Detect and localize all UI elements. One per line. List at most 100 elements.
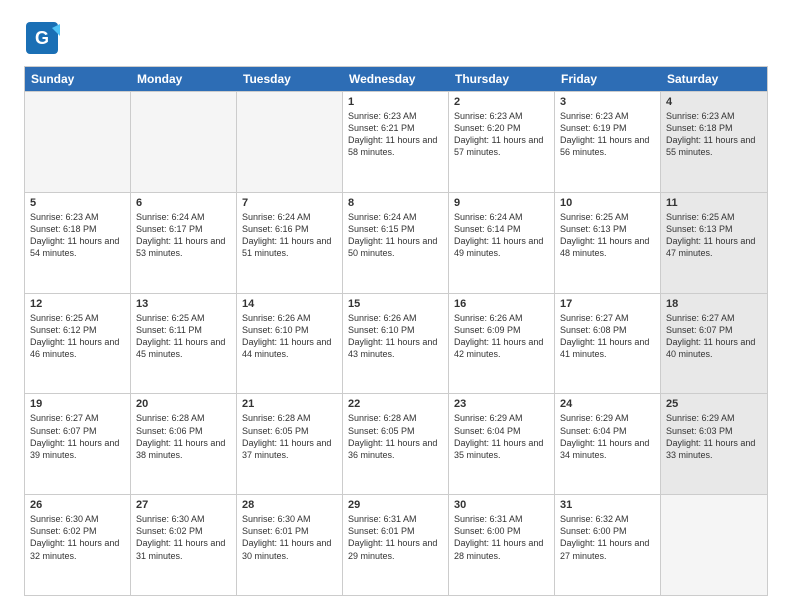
calendar-cell-31: 31 Sunrise: 6:32 AMSunset: 6:00 PMDayligh… [555,495,661,595]
calendar-cell-9: 9 Sunrise: 6:24 AMSunset: 6:14 PMDaylight… [449,193,555,293]
day-number: 16 [454,298,549,310]
calendar-header: SundayMondayTuesdayWednesdayThursdayFrid… [25,67,767,91]
day-number: 4 [666,96,762,108]
calendar-cell-1: 1Sunrise: 6:23 AMSunset: 6:21 PMDaylight… [343,92,449,192]
calendar-row-3: 19 Sunrise: 6:27 AMSunset: 6:07 PMDayligh… [25,393,767,494]
day-number: 10 [560,197,655,209]
cell-info: Sunrise: 6:28 AMSunset: 6:06 PMDaylight:… [136,412,231,461]
cell-info: Sunrise: 6:23 AMSunset: 6:18 PMDaylight:… [30,211,125,260]
cell-info: Sunrise: 6:24 AMSunset: 6:17 PMDaylight:… [136,211,231,260]
logo-icon: G [24,20,60,56]
cell-info: Sunrise: 6:24 AMSunset: 6:15 PMDaylight:… [348,211,443,260]
cell-info: Sunrise: 6:30 AMSunset: 6:02 PMDaylight:… [136,513,231,562]
calendar-cell-19: 19 Sunrise: 6:27 AMSunset: 6:07 PMDayligh… [25,394,131,494]
calendar-cell-15: 15Sunrise: 6:26 AMSunset: 6:10 PMDayligh… [343,294,449,394]
weekday-header-sunday: Sunday [25,67,131,91]
day-number: 19 [30,398,125,410]
cell-info: Sunrise: 6:30 AMSunset: 6:01 PMDaylight:… [242,513,337,562]
day-number: 24 [560,398,655,410]
cell-info: Sunrise: 6:26 AMSunset: 6:10 PMDaylight:… [242,312,337,361]
weekday-header-monday: Monday [131,67,237,91]
cell-info: Sunrise: 6:26 AMSunset: 6:09 PMDaylight:… [454,312,549,361]
calendar-cell-28: 28 Sunrise: 6:30 AMSunset: 6:01 PMDayligh… [237,495,343,595]
cell-info: Sunrise: 6:32 AMSunset: 6:00 PMDaylight:… [560,513,655,562]
calendar-cell-empty-0 [25,92,131,192]
day-number: 26 [30,499,125,511]
day-number: 27 [136,499,231,511]
calendar-cell-14: 14 Sunrise: 6:26 AMSunset: 6:10 PMDayligh… [237,294,343,394]
day-number: 3 [560,96,655,108]
cell-info: Sunrise: 6:23 AMSunset: 6:19 PMDaylight:… [560,110,655,159]
day-number: 14 [242,298,337,310]
calendar-cell-18: 18 Sunrise: 6:27 AMSunset: 6:07 PMDayligh… [661,294,767,394]
cell-info: Sunrise: 6:25 AMSunset: 6:11 PMDaylight:… [136,312,231,361]
day-number: 30 [454,499,549,511]
calendar-cell-4: 4 Sunrise: 6:23 AMSunset: 6:18 PMDaylight… [661,92,767,192]
calendar-cell-empty-1 [131,92,237,192]
cell-info: Sunrise: 6:25 AMSunset: 6:13 PMDaylight:… [560,211,655,260]
calendar-cell-17: 17Sunrise: 6:27 AMSunset: 6:08 PMDayligh… [555,294,661,394]
day-number: 21 [242,398,337,410]
calendar-cell-10: 10 Sunrise: 6:25 AMSunset: 6:13 PMDayligh… [555,193,661,293]
calendar-cell-2: 2Sunrise: 6:23 AMSunset: 6:20 PMDaylight… [449,92,555,192]
cell-info: Sunrise: 6:24 AMSunset: 6:14 PMDaylight:… [454,211,549,260]
calendar-cell-5: 5 Sunrise: 6:23 AMSunset: 6:18 PMDaylight… [25,193,131,293]
calendar-cell-8: 8 Sunrise: 6:24 AMSunset: 6:15 PMDaylight… [343,193,449,293]
calendar-cell-11: 11 Sunrise: 6:25 AMSunset: 6:13 PMDayligh… [661,193,767,293]
cell-info: Sunrise: 6:27 AMSunset: 6:07 PMDaylight:… [666,312,762,361]
calendar-cell-26: 26 Sunrise: 6:30 AMSunset: 6:02 PMDayligh… [25,495,131,595]
calendar-cell-6: 6 Sunrise: 6:24 AMSunset: 6:17 PMDaylight… [131,193,237,293]
calendar-row-4: 26 Sunrise: 6:30 AMSunset: 6:02 PMDayligh… [25,494,767,595]
cell-info: Sunrise: 6:24 AMSunset: 6:16 PMDaylight:… [242,211,337,260]
weekday-header-tuesday: Tuesday [237,67,343,91]
calendar-cell-empty-2 [237,92,343,192]
cell-info: Sunrise: 6:23 AMSunset: 6:20 PMDaylight:… [454,110,549,159]
day-number: 20 [136,398,231,410]
cell-info: Sunrise: 6:25 AMSunset: 6:13 PMDaylight:… [666,211,762,260]
cell-info: Sunrise: 6:31 AMSunset: 6:01 PMDaylight:… [348,513,443,562]
calendar-cell-21: 21 Sunrise: 6:28 AMSunset: 6:05 PMDayligh… [237,394,343,494]
calendar-cell-7: 7 Sunrise: 6:24 AMSunset: 6:16 PMDaylight… [237,193,343,293]
cell-info: Sunrise: 6:28 AMSunset: 6:05 PMDaylight:… [242,412,337,461]
day-number: 31 [560,499,655,511]
calendar-row-1: 5 Sunrise: 6:23 AMSunset: 6:18 PMDaylight… [25,192,767,293]
day-number: 25 [666,398,762,410]
svg-text:G: G [35,28,49,48]
calendar-cell-25: 25 Sunrise: 6:29 AMSunset: 6:03 PMDayligh… [661,394,767,494]
calendar-row-0: 1Sunrise: 6:23 AMSunset: 6:21 PMDaylight… [25,91,767,192]
calendar-cell-24: 24 Sunrise: 6:29 AMSunset: 6:04 PMDayligh… [555,394,661,494]
cell-info: Sunrise: 6:27 AMSunset: 6:07 PMDaylight:… [30,412,125,461]
calendar-cell-13: 13 Sunrise: 6:25 AMSunset: 6:11 PMDayligh… [131,294,237,394]
weekday-header-saturday: Saturday [661,67,767,91]
cell-info: Sunrise: 6:29 AMSunset: 6:03 PMDaylight:… [666,412,762,461]
cell-info: Sunrise: 6:29 AMSunset: 6:04 PMDaylight:… [454,412,549,461]
day-number: 11 [666,197,762,209]
day-number: 6 [136,197,231,209]
day-number: 13 [136,298,231,310]
weekday-header-wednesday: Wednesday [343,67,449,91]
cell-info: Sunrise: 6:23 AMSunset: 6:18 PMDaylight:… [666,110,762,159]
day-number: 7 [242,197,337,209]
day-number: 12 [30,298,125,310]
page: G SundayMondayTuesdayWednesdayThursdayFr… [0,0,792,612]
calendar-cell-27: 27 Sunrise: 6:30 AMSunset: 6:02 PMDayligh… [131,495,237,595]
logo: G [24,20,64,56]
day-number: 28 [242,499,337,511]
calendar-cell-22: 22Sunrise: 6:28 AMSunset: 6:05 PMDayligh… [343,394,449,494]
header: G [24,20,768,56]
day-number: 15 [348,298,443,310]
day-number: 9 [454,197,549,209]
day-number: 5 [30,197,125,209]
day-number: 18 [666,298,762,310]
calendar-cell-12: 12Sunrise: 6:25 AMSunset: 6:12 PMDayligh… [25,294,131,394]
calendar-cell-3: 3 Sunrise: 6:23 AMSunset: 6:19 PMDaylight… [555,92,661,192]
day-number: 17 [560,298,655,310]
cell-info: Sunrise: 6:30 AMSunset: 6:02 PMDaylight:… [30,513,125,562]
calendar: SundayMondayTuesdayWednesdayThursdayFrid… [24,66,768,596]
calendar-cell-30: 30Sunrise: 6:31 AMSunset: 6:00 PMDayligh… [449,495,555,595]
calendar-cell-20: 20 Sunrise: 6:28 AMSunset: 6:06 PMDayligh… [131,394,237,494]
day-number: 8 [348,197,443,209]
cell-info: Sunrise: 6:29 AMSunset: 6:04 PMDaylight:… [560,412,655,461]
calendar-cell-29: 29 Sunrise: 6:31 AMSunset: 6:01 PMDayligh… [343,495,449,595]
day-number: 29 [348,499,443,511]
